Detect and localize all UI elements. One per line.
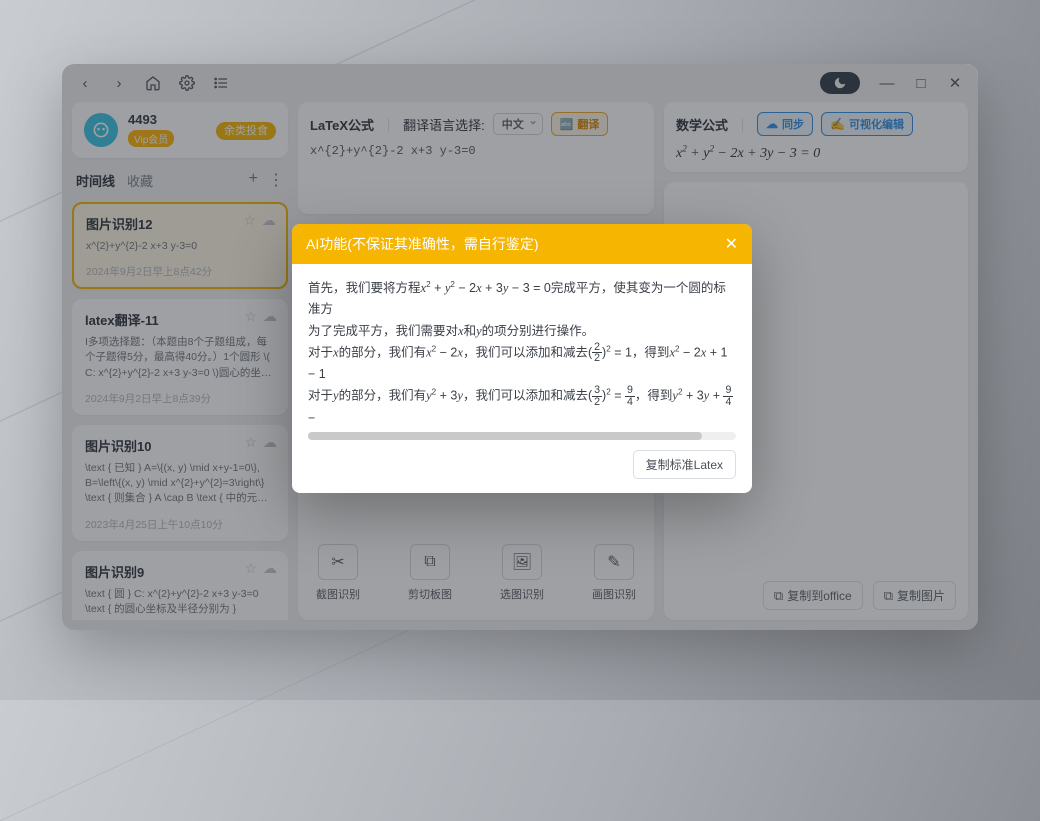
ai-modal: AI功能(不保证其准确性，需自行鉴定) ✕ 首先，我们要将方程x2 + y2 −… xyxy=(292,224,752,493)
copy-latex-button[interactable]: 复制标准Latex xyxy=(633,450,736,479)
modal-title: AI功能(不保证其准确性，需自行鉴定) xyxy=(306,234,539,254)
app-window: ‹ › — □ ✕ 4493 Vip会员 余类投食 时间线 收藏 + xyxy=(62,64,978,630)
modal-scrollbar[interactable] xyxy=(308,432,736,440)
modal-body: 首先，我们要将方程x2 + y2 − 2x + 3y − 3 = 0完成平方，使… xyxy=(292,264,752,432)
modal-header: AI功能(不保证其准确性，需自行鉴定) ✕ xyxy=(292,224,752,264)
modal-close-button[interactable]: ✕ xyxy=(725,234,738,254)
